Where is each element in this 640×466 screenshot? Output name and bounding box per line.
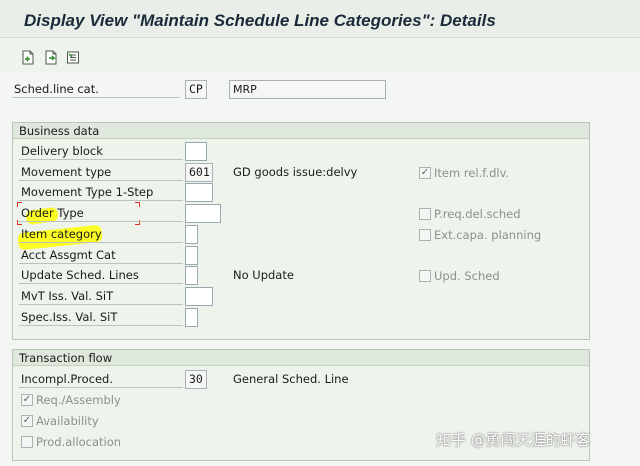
p-req-del-sched-checkbox[interactable]: P.req.del.sched — [419, 206, 521, 222]
window-title: Display View "Maintain Schedule Line Cat… — [24, 11, 496, 30]
upd-sched-checkbox[interactable]: Upd. Sched — [419, 268, 500, 284]
movement-type-description: GD goods issue:delvy — [233, 165, 358, 179]
title-bar: Display View "Maintain Schedule Line Cat… — [0, 0, 640, 38]
sched-line-cat-description: MRP — [229, 80, 386, 99]
item-category-label: Item category — [19, 225, 183, 243]
new-entries-icon — [22, 50, 34, 64]
item-category-field[interactable] — [185, 225, 198, 244]
movement-type-field[interactable]: 601 — [185, 163, 213, 182]
acct-assgmt-cat-label: Acct Assgmt Cat — [19, 246, 183, 264]
watermark: 知乎 @勇闯天涯的虾客 — [436, 431, 591, 449]
transaction-flow-title: Transaction flow — [13, 350, 589, 366]
prod-allocation-checkbox[interactable]: Prod.allocation — [21, 434, 121, 450]
checkbox-unchecked-icon — [21, 436, 33, 448]
ext-capa-planning-label: Ext.capa. planning — [434, 228, 542, 242]
ext-capa-planning-checkbox[interactable]: Ext.capa. planning — [419, 227, 541, 243]
update-sched-lines-description: No Update — [233, 268, 294, 282]
movement-type-1-step-label: Movement Type 1-Step — [19, 183, 183, 201]
checkbox-checked-icon: ✓ — [21, 394, 33, 406]
req-assembly-checkbox[interactable]: ✓ Req./Assembly — [21, 392, 121, 408]
checkbox-unchecked-icon — [419, 208, 431, 220]
business-data-title: Business data — [13, 123, 589, 139]
delete-button[interactable] — [65, 49, 81, 65]
sched-line-cat-field[interactable]: CP — [185, 80, 207, 99]
incompl-proced-label: Incompl.Proced. — [19, 370, 183, 388]
sched-line-cat-label: Sched.line cat. — [12, 80, 180, 98]
upd-sched-label: Upd. Sched — [434, 269, 500, 283]
p-req-del-sched-label: P.req.del.sched — [434, 207, 521, 221]
incompl-proced-description: General Sched. Line — [233, 372, 349, 386]
availability-checkbox[interactable]: ✓ Availability — [21, 413, 99, 429]
req-assembly-label: Req./Assembly — [36, 393, 121, 407]
order-type-field[interactable] — [185, 204, 221, 223]
spec-iss-val-sit-field[interactable] — [185, 308, 198, 327]
copy-as-icon — [45, 50, 57, 64]
prod-allocation-label: Prod.allocation — [36, 435, 122, 449]
checkbox-checked-icon: ✓ — [21, 415, 33, 427]
incompl-proced-field[interactable]: 30 — [185, 370, 207, 389]
new-entries-button[interactable] — [20, 49, 36, 65]
mvt-iss-val-sit-field[interactable] — [185, 287, 213, 306]
spec-iss-val-sit-label: Spec.Iss. Val. SiT — [19, 308, 183, 326]
checkbox-unchecked-icon — [419, 229, 431, 241]
delivery-block-field[interactable] — [185, 142, 207, 161]
checkbox-unchecked-icon — [419, 270, 431, 282]
acct-assgmt-cat-field[interactable] — [185, 246, 198, 265]
application-toolbar — [0, 38, 640, 72]
item-rel-f-dlv-label: Item rel.f.dlv. — [434, 166, 510, 180]
order-type-label: Order Type — [19, 204, 183, 222]
delete-icon — [67, 51, 79, 63]
delivery-block-label: Delivery block — [19, 142, 183, 160]
checkbox-checked-icon: ✓ — [419, 167, 431, 179]
item-rel-f-dlv-checkbox[interactable]: ✓ Item rel.f.dlv. — [419, 165, 509, 181]
mvt-iss-val-sit-label: MvT Iss. Val. SiT — [19, 287, 183, 305]
copy-as-button[interactable] — [43, 49, 59, 65]
availability-label: Availability — [36, 414, 99, 428]
movement-type-label: Movement type — [19, 163, 183, 181]
movement-type-1-step-field[interactable] — [185, 183, 213, 202]
update-sched-lines-label: Update Sched. Lines — [19, 266, 183, 284]
update-sched-lines-field[interactable] — [185, 266, 198, 285]
